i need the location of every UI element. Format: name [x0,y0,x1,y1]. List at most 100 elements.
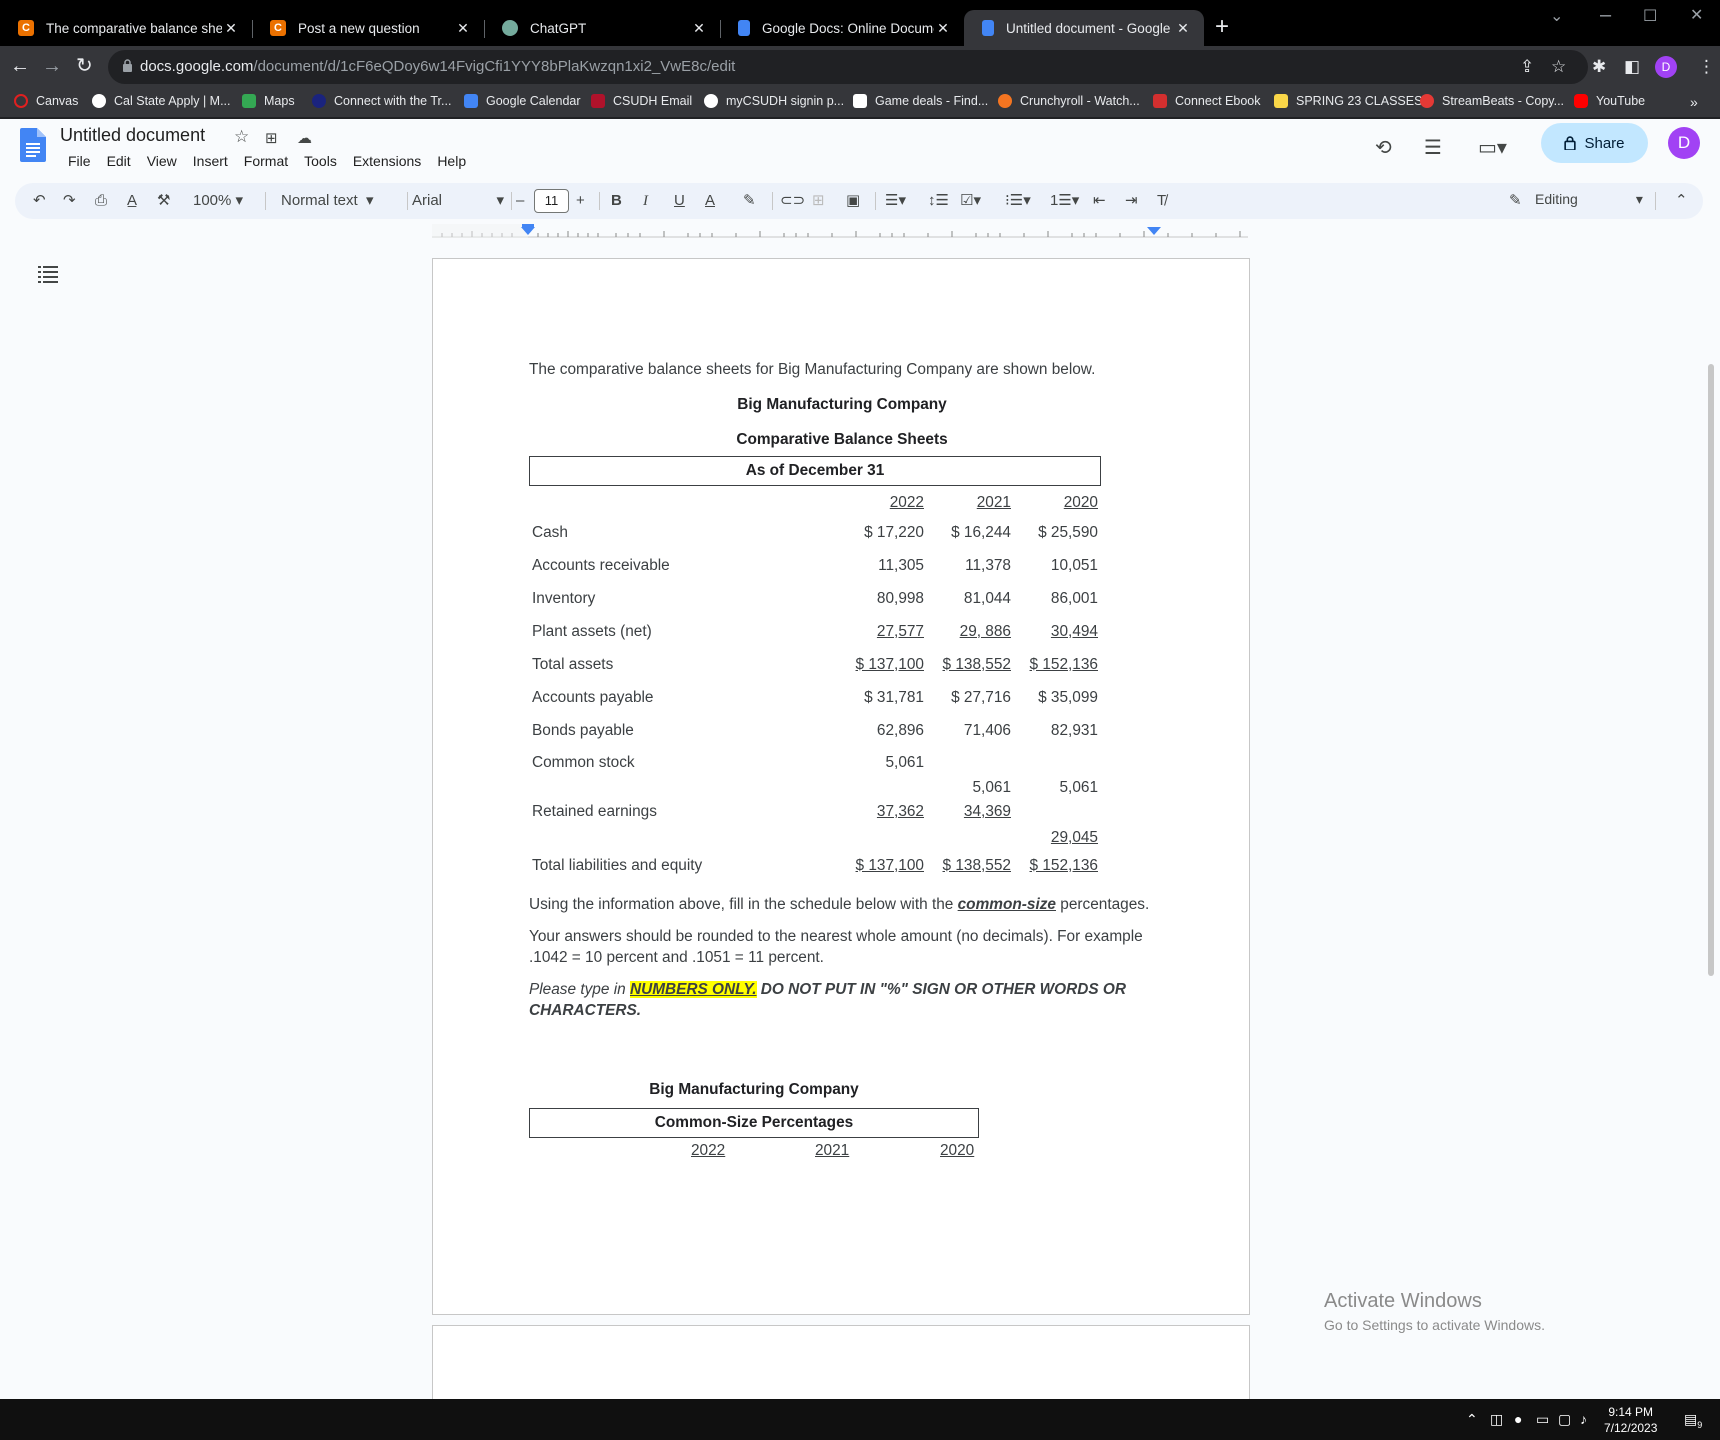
version-history-icon[interactable]: ⟲ [1375,135,1392,160]
share-page-icon[interactable]: ⇪ [1520,57,1534,77]
minimize-button[interactable]: – [1600,4,1611,27]
text-color-icon[interactable]: A [705,191,715,211]
docs-logo-icon[interactable] [20,128,46,162]
vertical-scrollbar[interactable] [1708,364,1714,976]
zoom-select[interactable]: 100% ▾ [193,191,243,211]
tab-post-question[interactable]: C Post a new question ✕ [252,10,484,46]
bookmark-game-deals[interactable]: Game deals - Find... [853,94,988,108]
print-icon[interactable]: ⎙ [95,191,107,211]
increase-indent-icon[interactable]: ⇥ [1125,191,1138,211]
bookmark-connect-ebook[interactable]: Connect Ebook [1153,94,1260,108]
meet-icon[interactable]: ▭▾ [1478,135,1507,160]
menu-tools[interactable]: Tools [296,151,345,171]
tab-google-docs-home[interactable]: Google Docs: Online Document E ✕ [720,10,964,46]
clear-formatting-icon[interactable]: T̸ [1157,191,1166,211]
tab-chatgpt[interactable]: ChatGPT ✕ [484,10,720,46]
close-tab-icon[interactable]: ✕ [690,20,708,37]
bold-icon[interactable]: B [611,191,622,211]
star-icon[interactable]: ☆ [234,127,249,147]
bookmark-star-icon[interactable]: ☆ [1551,57,1566,77]
display-icon[interactable]: ▢ [1558,1411,1571,1428]
bookmark-canvas[interactable]: Canvas [14,94,78,108]
tab-untitled-document[interactable]: Untitled document - Google Doc ✕ [964,10,1204,46]
document-page-2[interactable] [432,1325,1250,1405]
comments-icon[interactable]: ☰ [1424,135,1442,160]
notifications-icon[interactable]: ▤9 [1684,1411,1702,1430]
close-tab-icon[interactable]: ✕ [1174,20,1192,37]
menu-view[interactable]: View [139,151,185,171]
bookmark-spring-23-classes[interactable]: SPRING 23 CLASSES [1274,94,1422,108]
redo-icon[interactable]: ↷ [63,191,76,211]
align-icon[interactable]: ☰▾ [885,191,906,211]
bookmark-google-calendar[interactable]: Google Calendar [464,94,581,108]
meet-now-icon[interactable]: ◫ [1490,1411,1503,1428]
document-outline-icon[interactable] [38,265,60,283]
close-tab-icon[interactable]: ✕ [454,20,472,37]
browser-profile-avatar[interactable]: D [1655,56,1677,78]
address-bar[interactable]: docs.google.com/document/d/1cF6eQDoy6w14… [108,50,1588,84]
menu-help[interactable]: Help [429,151,474,171]
insert-image-icon[interactable]: ▣ [846,191,860,211]
microphone-icon[interactable]: ● [1514,1411,1522,1427]
network-icon[interactable]: ▭ [1536,1411,1549,1428]
bookmark-cal-state-apply[interactable]: Cal State Apply | M... [92,94,231,108]
maximize-button[interactable]: ☐ [1643,6,1657,26]
volume-icon[interactable]: ♪ [1580,1411,1587,1427]
font-size-input[interactable]: 11 [534,189,569,213]
share-button[interactable]: Share [1541,123,1648,163]
paragraph-style-select[interactable]: Normal text ▾ [281,191,374,211]
show-hidden-icons[interactable]: ⌃ [1466,1411,1478,1428]
menu-insert[interactable]: Insert [185,151,236,171]
new-tab-button[interactable]: + [1215,14,1229,40]
numbered-list-icon[interactable]: 1☰▾ [1050,191,1079,211]
close-tab-icon[interactable]: ✕ [222,20,240,37]
more-bookmarks-icon[interactable]: » [1690,94,1698,110]
checklist-icon[interactable]: ☑▾ [960,191,981,211]
account-avatar[interactable]: D [1668,127,1700,159]
bookmark-youtube[interactable]: YouTube [1574,94,1645,108]
font-select[interactable]: Arial ▾ [412,191,504,211]
insert-link-icon[interactable]: ⊂⊃ [780,191,805,211]
decrease-font-size-icon[interactable]: – [516,191,524,211]
extensions-icon[interactable]: ✱ [1592,57,1606,77]
document-page[interactable]: The comparative balance sheets for Big M… [432,258,1250,1315]
collapse-menus-icon[interactable]: ⌃ [1675,191,1688,211]
horizontal-ruler[interactable] [432,224,1248,240]
increase-font-size-icon[interactable]: + [576,191,585,211]
editing-mode-select[interactable]: Editing ▾ [1535,191,1643,208]
tab-search-icon[interactable]: ⌄ [1550,6,1563,26]
menu-extensions[interactable]: Extensions [345,151,429,171]
url-text[interactable]: docs.google.com/document/d/1cF6eQDoy6w14… [140,58,735,75]
close-window-button[interactable]: ✕ [1690,5,1703,25]
bookmark-crunchyroll[interactable]: Crunchyroll - Watch... [998,94,1140,108]
insert-comment-icon[interactable]: ⊞ [812,191,825,211]
document-body[interactable]: The comparative balance sheets for Big M… [529,359,1155,1166]
menu-edit[interactable]: Edit [99,151,139,171]
back-button[interactable]: ← [10,54,30,78]
bookmark-streambeats[interactable]: StreamBeats - Copy... [1420,94,1564,108]
close-tab-icon[interactable]: ✕ [934,20,952,37]
reload-button[interactable]: ↻ [76,54,93,78]
undo-icon[interactable]: ↶ [33,191,46,211]
menu-format[interactable]: Format [236,151,296,171]
bookmark-connect-with-tr[interactable]: Connect with the Tr... [312,94,451,108]
side-panel-icon[interactable]: ◧ [1624,57,1640,77]
decrease-indent-icon[interactable]: ⇤ [1093,191,1106,211]
tab-chegg-balance-sheets[interactable]: C The comparative balance sheets ✕ [0,10,252,46]
bookmark-csudh-email[interactable]: CSUDH Email [591,94,692,108]
highlight-icon[interactable]: ✎ [743,191,756,211]
bulleted-list-icon[interactable]: ⁝☰▾ [1005,191,1031,211]
italic-icon[interactable]: I [643,191,648,211]
document-title[interactable]: Untitled document [60,125,205,146]
browser-menu-icon[interactable]: ⋮ [1698,57,1715,77]
spellcheck-icon[interactable]: A̲ [127,191,137,211]
menu-file[interactable]: File [60,151,99,171]
underline-icon[interactable]: U [674,191,685,211]
paint-format-icon[interactable]: ⚒ [157,191,170,211]
bookmark-mycsudh[interactable]: myCSUDH signin p... [704,94,844,108]
move-folder-icon[interactable]: ⊞ [265,129,278,147]
system-clock[interactable]: 9:14 PM 7/12/2023 [1604,1404,1657,1436]
forward-button[interactable]: → [42,54,62,78]
line-spacing-icon[interactable]: ↕☰ [928,191,949,211]
bookmark-maps[interactable]: Maps [242,94,295,108]
